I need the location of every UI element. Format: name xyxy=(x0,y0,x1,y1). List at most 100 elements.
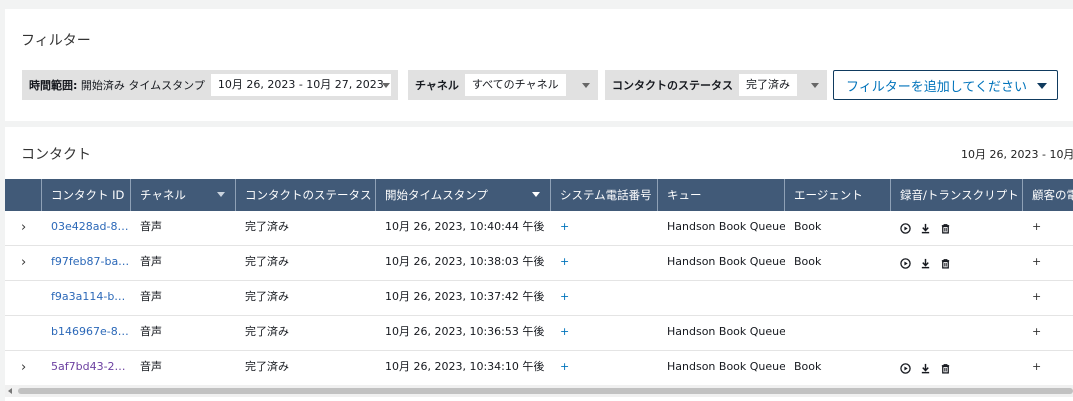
system-phone-value: + xyxy=(560,220,570,233)
contacts-panel: コンタクト 10月 26, 2023 - 10月 27, 2023 コンタクト … xyxy=(5,127,1073,401)
queue-value: Handson Book Queue xyxy=(667,360,785,373)
cell-channel: 音声 xyxy=(131,246,236,280)
filter-panel-title: フィルター xyxy=(21,33,91,49)
status-value: 完了済み xyxy=(245,325,289,338)
trash-icon[interactable] xyxy=(940,223,951,234)
table-row[interactable]: › f97feb87-ba… 音声 完了済み 10月 26, 2023, 10:38:0… xyxy=(5,246,1073,281)
column-header-contact-id[interactable]: コンタクト ID xyxy=(42,179,131,211)
chevron-right-icon[interactable]: › xyxy=(21,211,26,244)
recording-actions xyxy=(891,246,1023,280)
cell-agent: Book xyxy=(785,351,891,385)
time-range-value[interactable]: 10月 26, 2023 - 10月 27, 2023 xyxy=(210,74,391,96)
cell-system-phone: + xyxy=(551,246,658,280)
play-icon[interactable] xyxy=(900,222,911,234)
column-header-start-timestamp[interactable]: 開始タイムスタンプ xyxy=(376,179,551,211)
cell-queue: Handson Book Queue xyxy=(658,316,785,350)
contacts-panel-title: コンタクト xyxy=(21,147,91,163)
trash-icon[interactable] xyxy=(940,363,951,374)
cell-recording xyxy=(891,351,1023,385)
scroll-left-icon[interactable] xyxy=(8,388,12,394)
column-header-status[interactable]: コンタクトのステータス xyxy=(236,179,376,211)
cell-status: 完了済み xyxy=(236,316,376,350)
customer-phone-value: + xyxy=(1032,360,1042,373)
time-range-filter[interactable]: 時間範囲: 開始済み タイムスタンプ 10月 26, 2023 - 10月 27… xyxy=(22,70,398,100)
chevron-right-icon[interactable]: › xyxy=(21,246,26,279)
cell-id[interactable]: f97feb87-ba… xyxy=(42,246,131,280)
cell-id[interactable]: 5af7bd43-2… xyxy=(42,351,131,385)
contact-id-link[interactable]: f97feb87-ba… xyxy=(51,255,129,268)
contact-id-link[interactable]: 03e428ad-8… xyxy=(51,220,128,233)
table-row[interactable]: › 5af7bd43-2… 音声 完了済み 10月 26, 2023, 10:34:10… xyxy=(5,351,1073,386)
status-filter-value[interactable]: 完了済み xyxy=(739,74,797,96)
cell-status: 完了済み xyxy=(236,351,376,385)
table-row[interactable]: b146967e-8… 音声 完了済み 10月 26, 2023, 10:36:53 … xyxy=(5,316,1073,351)
status-value: 完了済み xyxy=(245,220,289,233)
channel-value: 音声 xyxy=(140,325,162,338)
download-icon[interactable] xyxy=(920,363,931,374)
download-icon[interactable] xyxy=(920,223,931,234)
cell-timestamp: 10月 26, 2023, 10:34:10 午後 xyxy=(376,351,551,385)
caret-down-icon[interactable] xyxy=(532,192,540,197)
system-phone-value: + xyxy=(560,255,570,268)
channel-filter-value[interactable]: すべてのチャネル xyxy=(464,74,566,96)
customer-phone-value: + xyxy=(1032,220,1042,233)
cell-id[interactable]: 03e428ad-8… xyxy=(42,211,131,245)
status-value: 完了済み xyxy=(245,255,289,268)
cell-agent xyxy=(785,281,891,315)
trash-icon[interactable] xyxy=(940,258,951,269)
column-header-customer-phone[interactable]: 顧客の電話番号 xyxy=(1023,179,1073,211)
cell-customer-phone: + xyxy=(1023,211,1073,245)
table-row[interactable]: › 03e428ad-8… 音声 完了済み 10月 26, 2023, 10:40:44… xyxy=(5,211,1073,246)
caret-down-icon[interactable] xyxy=(217,192,225,197)
play-icon[interactable] xyxy=(900,257,911,269)
system-phone-value: + xyxy=(560,290,570,303)
status-filter-label: コンタクトのステータス xyxy=(612,79,733,92)
cell-timestamp: 10月 26, 2023, 10:37:42 午後 xyxy=(376,281,551,315)
caret-down-icon[interactable] xyxy=(582,83,590,88)
cell-status: 完了済み xyxy=(236,246,376,280)
agent-value: Book xyxy=(794,255,822,268)
column-header-recording[interactable]: 録音/トランスクリプト xyxy=(891,179,1023,211)
cell-queue: Handson Book Queue xyxy=(658,351,785,385)
cell-customer-phone: + xyxy=(1023,281,1073,315)
cell-system-phone: + xyxy=(551,281,658,315)
cell-id[interactable]: f9a3a114-b… xyxy=(42,281,131,315)
status-filter[interactable]: コンタクトのステータス 完了済み xyxy=(605,70,827,100)
timestamp-value: 10月 26, 2023, 10:37:42 午後 xyxy=(385,290,545,303)
channel-value: 音声 xyxy=(140,290,162,303)
table-row[interactable]: f9a3a114-b… 音声 完了済み 10月 26, 2023, 10:37:42 … xyxy=(5,281,1073,316)
cell-system-phone: + xyxy=(551,211,658,245)
cell-recording xyxy=(891,281,1023,315)
cell-customer-phone: + xyxy=(1023,316,1073,350)
contact-id-link[interactable]: b146967e-8… xyxy=(51,325,129,338)
caret-down-icon[interactable] xyxy=(811,83,819,88)
cell-recording xyxy=(891,211,1023,245)
play-icon[interactable] xyxy=(900,362,911,374)
scrollbar-thumb[interactable] xyxy=(18,388,1073,394)
column-header-queue[interactable]: キュー xyxy=(658,179,785,211)
caret-down-icon[interactable] xyxy=(382,83,390,88)
timestamp-value: 10月 26, 2023, 10:40:44 午後 xyxy=(385,220,545,233)
cell-queue xyxy=(658,281,785,315)
add-filter-button[interactable]: フィルターを追加してください xyxy=(833,70,1058,100)
chevron-right-icon[interactable]: › xyxy=(21,351,26,384)
column-header-agent[interactable]: エージェント xyxy=(785,179,891,211)
channel-value: 音声 xyxy=(140,255,162,268)
channel-value: 音声 xyxy=(140,220,162,233)
download-icon[interactable] xyxy=(920,258,931,269)
cell-status: 完了済み xyxy=(236,211,376,245)
cell-id[interactable]: b146967e-8… xyxy=(42,316,131,350)
agent-value: Book xyxy=(794,220,822,233)
contact-id-link[interactable]: f9a3a114-b… xyxy=(51,290,125,303)
time-range-label: 時間範囲: 開始済み タイムスタンプ xyxy=(29,79,205,92)
horizontal-scrollbar[interactable] xyxy=(5,385,1073,397)
cell-customer-phone: + xyxy=(1023,351,1073,385)
column-header-channel[interactable]: チャネル xyxy=(131,179,236,211)
cell-timestamp: 10月 26, 2023, 10:40:44 午後 xyxy=(376,211,551,245)
channel-filter[interactable]: チャネル すべてのチャネル xyxy=(408,70,598,100)
column-header-system-phone[interactable]: システム電話番号 xyxy=(551,179,658,211)
queue-value: Handson Book Queue xyxy=(667,325,785,338)
contact-id-link[interactable]: 5af7bd43-2… xyxy=(51,360,126,373)
customer-phone-value: + xyxy=(1032,290,1042,303)
cell-channel: 音声 xyxy=(131,351,236,385)
